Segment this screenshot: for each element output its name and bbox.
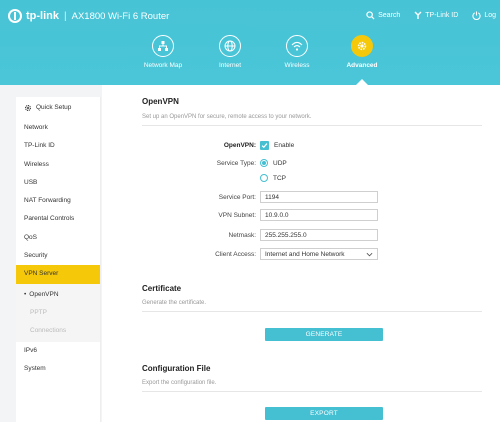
globe-icon — [219, 35, 241, 57]
wifi-icon — [286, 35, 308, 57]
service-type-tcp-row: TCP — [142, 171, 482, 185]
tp-link-logo-icon — [8, 9, 22, 23]
service-port-label: Service Port: — [218, 193, 256, 201]
logout-label: Log — [484, 12, 496, 19]
vpn-subnet-input[interactable]: 10.9.0.0 — [260, 209, 378, 221]
top-links: Search TP-Link ID Log — [366, 11, 496, 20]
sidebar-item-ipv6[interactable]: IPv6 — [16, 342, 100, 360]
nav-internet-label: Internet — [218, 62, 242, 69]
brand-name: tp-link — [26, 10, 59, 22]
sidebar-item-wireless[interactable]: Wireless — [16, 156, 100, 174]
main-content: OpenVPN Set up an OpenVPN for secure, re… — [102, 85, 500, 422]
sidebar-item-usb[interactable]: USB — [16, 174, 100, 192]
brand-separator: | — [64, 10, 67, 22]
nav-advanced-label: Advanced — [346, 62, 378, 69]
sidebar: Quick Setup Network TP-Link ID Wireless … — [16, 97, 101, 422]
client-access-value: Internet and Home Network — [265, 250, 345, 258]
sidebar-item-qos[interactable]: QoS — [16, 229, 100, 247]
enable-checkbox[interactable] — [260, 140, 269, 150]
router-model: AX1800 Wi-Fi 6 Router — [71, 10, 170, 22]
client-access-select[interactable]: Internet and Home Network — [260, 248, 378, 260]
search-label: Search — [378, 12, 401, 19]
udp-radio[interactable] — [260, 159, 268, 167]
vpn-server-submenu: OpenVPN PPTP Connections — [16, 283, 100, 342]
logout-button[interactable]: Log — [472, 11, 496, 20]
openvpn-title: OpenVPN — [142, 97, 179, 106]
top-header: tp-link | AX1800 Wi-Fi 6 Router Search T… — [0, 0, 500, 85]
tplink-id-icon — [414, 11, 422, 19]
export-button[interactable]: EXPORT — [265, 407, 383, 420]
vpn-subnet-row: VPN Subnet: 10.9.0.0 — [142, 208, 482, 222]
nav-advanced[interactable]: Advanced — [327, 35, 397, 69]
quick-setup-icon — [25, 105, 31, 111]
sidebar-item-security[interactable]: Security — [16, 247, 100, 265]
logout-icon — [472, 11, 481, 20]
enable-label: Enable — [274, 141, 295, 149]
udp-label: UDP — [273, 159, 287, 167]
sidebar-item-network[interactable]: Network — [16, 119, 100, 137]
sidebar-subitem-openvpn[interactable]: OpenVPN — [16, 286, 100, 304]
radio-selected-dot — [262, 161, 266, 165]
search-button[interactable]: Search — [366, 11, 400, 20]
service-type-label: Service Type: — [216, 159, 256, 167]
certificate-title: Certificate — [142, 284, 182, 293]
vpn-subnet-label: VPN Subnet: — [218, 211, 256, 219]
tcp-radio[interactable] — [260, 174, 268, 182]
gear-icon — [351, 35, 373, 57]
nav-network-map[interactable]: Network Map — [128, 35, 198, 69]
client-access-label: Client Access: — [215, 250, 256, 258]
service-port-input[interactable]: 1194 — [260, 191, 378, 203]
sidebar-item-nat-forwarding[interactable]: NAT Forwarding — [16, 192, 100, 210]
netmask-row: Netmask: 255.255.255.0 — [142, 228, 482, 242]
openvpn-label: OpenVPN: — [223, 141, 256, 149]
certificate-description: Generate the certificate. — [142, 300, 482, 312]
sidebar-item-quick-setup[interactable]: Quick Setup — [16, 97, 100, 119]
client-access-row: Client Access: Internet and Home Network — [142, 247, 482, 261]
checkmark-icon — [261, 142, 268, 148]
nav-internet[interactable]: Internet — [195, 35, 265, 69]
tcp-label: TCP — [273, 174, 286, 182]
nav-wireless-label: Wireless — [284, 62, 310, 69]
service-type-row: Service Type: UDP — [142, 156, 482, 170]
openvpn-description: Set up an OpenVPN for secure, remote acc… — [142, 114, 482, 126]
sidebar-item-parental-controls[interactable]: Parental Controls — [16, 210, 100, 228]
chevron-down-icon — [366, 252, 373, 256]
sidebar-item-system[interactable]: System — [16, 360, 100, 378]
sidebar-item-label: Quick Setup — [36, 104, 72, 111]
generate-button[interactable]: GENERATE — [265, 328, 383, 341]
tp-link-logo[interactable]: tp-link | AX1800 Wi-Fi 6 Router — [8, 9, 169, 23]
nav-network-map-label: Network Map — [143, 62, 183, 69]
config-file-title: Configuration File — [142, 364, 211, 373]
service-port-row: Service Port: 1194 — [142, 190, 482, 204]
netmask-label: Netmask: — [228, 231, 256, 239]
network-map-icon — [152, 35, 174, 57]
tplink-id-button[interactable]: TP-Link ID — [414, 11, 458, 20]
openvpn-enable-row: OpenVPN: Enable — [142, 138, 482, 152]
config-file-description: Export the configuration file. — [142, 380, 482, 392]
sidebar-item-vpn-server[interactable]: VPN Server — [16, 265, 100, 284]
sidebar-item-tplink-id[interactable]: TP-Link ID — [16, 137, 100, 155]
search-icon — [366, 11, 375, 20]
sidebar-subitem-pptp[interactable]: PPTP — [16, 304, 100, 322]
sidebar-subitem-connections[interactable]: Connections — [16, 322, 100, 340]
netmask-input[interactable]: 255.255.255.0 — [260, 229, 378, 241]
nav-wireless[interactable]: Wireless — [262, 35, 332, 69]
tplink-id-label: TP-Link ID — [425, 12, 459, 19]
